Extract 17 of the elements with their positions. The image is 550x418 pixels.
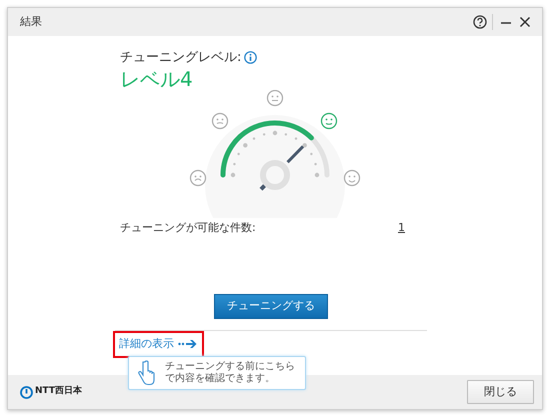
logo-icon <box>20 386 33 398</box>
close-button[interactable]: 閉じる <box>467 380 534 404</box>
logo-text: NTT西日本 <box>35 385 82 398</box>
window-title: 結果 <box>20 14 42 30</box>
arrow-icon <box>178 338 198 349</box>
hand-pointer-icon <box>137 360 155 386</box>
help-icon[interactable] <box>472 15 486 29</box>
count-value[interactable]: 1 <box>398 220 405 236</box>
tuning-level-label: チューニングレベル: <box>120 49 242 67</box>
count-label: チューニングが可能な件数: <box>120 220 256 236</box>
close-icon[interactable] <box>518 15 532 29</box>
tuning-level-value: レベル4 <box>120 68 194 90</box>
tooltip-text: チューニングする前にこちら で内容を確認できます。 <box>165 361 295 385</box>
info-icon[interactable] <box>244 51 258 64</box>
gauge-hub <box>260 160 290 190</box>
details-link[interactable]: 詳細の表示 <box>115 332 202 356</box>
tune-button[interactable]: チューニングする <box>214 294 328 318</box>
